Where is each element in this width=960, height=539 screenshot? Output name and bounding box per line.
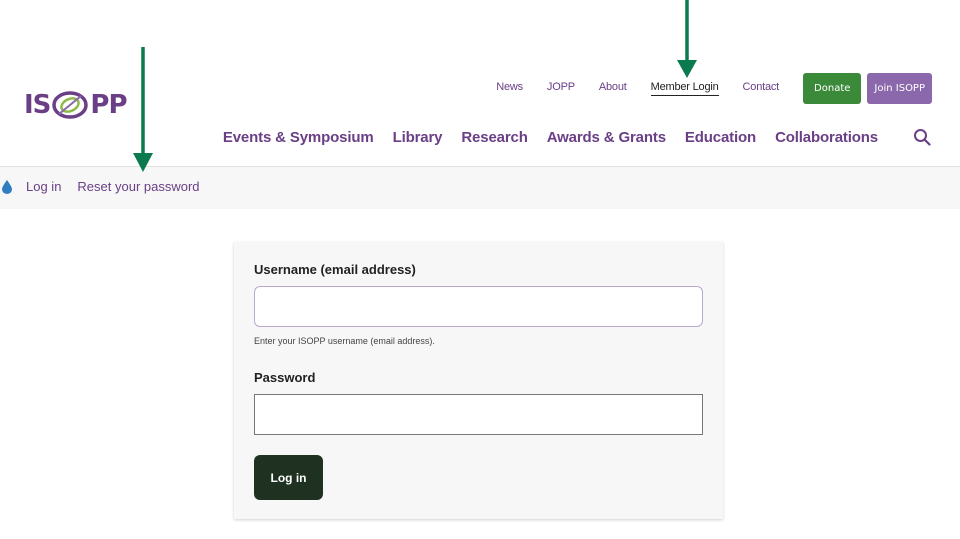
main-nav: Events & Symposium Library Research Awar… bbox=[223, 124, 932, 150]
nav-awards-grants[interactable]: Awards & Grants bbox=[547, 129, 666, 146]
breadcrumb-bar: Log in Reset your password bbox=[0, 167, 960, 209]
top-link-news[interactable]: News bbox=[496, 81, 523, 96]
top-link-about[interactable]: About bbox=[599, 81, 627, 96]
password-label: Password bbox=[254, 370, 316, 385]
search-button[interactable] bbox=[912, 127, 932, 147]
annotation-arrow-icon bbox=[133, 47, 153, 172]
nav-library[interactable]: Library bbox=[393, 129, 443, 146]
breadcrumb: Log in Reset your password bbox=[2, 179, 216, 194]
password-input[interactable] bbox=[254, 394, 703, 435]
top-link-member-login[interactable]: Member Login bbox=[650, 81, 719, 96]
username-label: Username (email address) bbox=[254, 262, 416, 277]
donate-button[interactable]: Donate bbox=[803, 73, 862, 104]
top-link-jopp[interactable]: JOPP bbox=[547, 81, 575, 96]
nav-research[interactable]: Research bbox=[461, 129, 528, 146]
log-in-button[interactable]: Log in bbox=[254, 455, 323, 500]
login-form: Username (email address) Enter your ISOP… bbox=[234, 242, 723, 519]
isopp-logo[interactable]: IS PP bbox=[24, 88, 128, 122]
nav-education[interactable]: Education bbox=[685, 129, 756, 146]
username-input[interactable] bbox=[254, 286, 703, 327]
breadcrumb-log-in[interactable]: Log in bbox=[26, 179, 61, 194]
annotation-arrow-icon bbox=[677, 0, 697, 78]
logo-mark-icon bbox=[52, 91, 89, 119]
logo-text-end: PP bbox=[90, 90, 127, 120]
nav-collaborations[interactable]: Collaborations bbox=[775, 129, 878, 146]
nav-events-symposium[interactable]: Events & Symposium bbox=[223, 129, 374, 146]
search-icon bbox=[914, 129, 931, 146]
drop-icon bbox=[2, 179, 12, 194]
logo-text-start: IS bbox=[24, 90, 51, 120]
username-help-text: Enter your ISOPP username (email address… bbox=[254, 336, 435, 346]
top-link-contact[interactable]: Contact bbox=[743, 81, 780, 96]
join-isopp-button[interactable]: Join ISOPP bbox=[867, 73, 932, 104]
top-links-nav: News JOPP About Member Login Contact Don… bbox=[496, 72, 932, 105]
breadcrumb-reset-password[interactable]: Reset your password bbox=[77, 179, 199, 194]
